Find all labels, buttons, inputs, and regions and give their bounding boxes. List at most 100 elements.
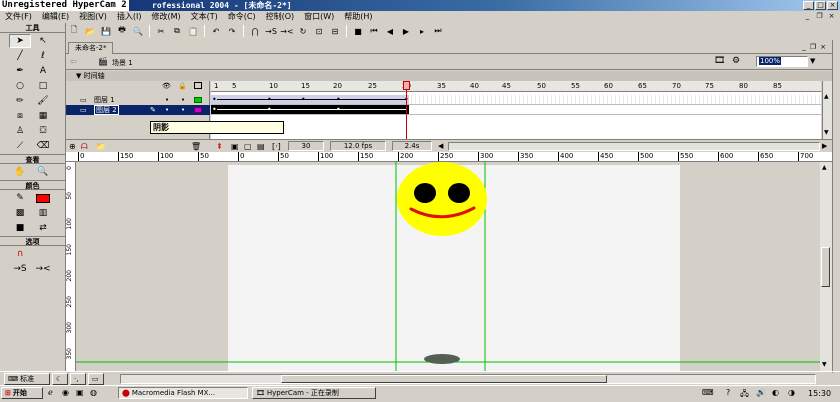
stage-area[interactable] [76,162,820,371]
visible-dot[interactable]: • [165,95,169,105]
pen-tool-icon[interactable]: ✒ [9,64,31,78]
smooth-option-icon[interactable]: →S [9,262,31,276]
eye-icon[interactable]: 👁 [162,82,171,90]
scale-icon[interactable]: ⊡ [311,24,327,38]
layer-row-selected[interactable]: ▭ 图层 2 ✎ • • [66,105,210,115]
snap-magnet-option-icon[interactable]: ∩ [9,247,31,261]
close-button[interactable]: × [827,1,838,10]
keyframe-dot[interactable]: • [336,105,341,114]
layer-color-swatch[interactable] [194,97,202,103]
explorer-icon[interactable]: ◍ [90,388,97,397]
stage-drawing[interactable] [76,162,820,371]
maximize-button[interactable]: □ [815,1,826,10]
onion-outline-icon[interactable]: ▢ [244,142,252,151]
add-folder-icon[interactable]: 📁 [96,142,106,151]
ink-bottle-tool-icon[interactable]: ♙ [9,124,31,138]
fill-color-icon[interactable] [32,191,54,205]
paste-icon[interactable]: 📋 [185,24,201,38]
scroll-right-icon[interactable]: ▶ [822,142,827,150]
lang-icon[interactable]: ⌨ [702,388,714,397]
smooth-icon[interactable]: →S [263,24,279,38]
open-folder-icon[interactable]: 📂 [82,24,98,38]
edit-scene-icon[interactable]: 🎞 [714,56,725,66]
menu-view[interactable]: 视图(V) [74,11,112,23]
tray-app-icon[interactable]: ◑ [788,388,795,397]
copy-icon[interactable]: ⧉ [169,24,185,38]
menu-control[interactable]: 控制(O) [261,11,300,23]
taskbar-item-flash[interactable]: ⬤ Macromedia Flash MX... [118,387,248,399]
eyedropper-tool-icon[interactable]: ⟋ [9,139,31,153]
brush-tool-icon[interactable]: 🖌 [32,94,54,108]
visible-dot[interactable]: • [165,105,169,115]
minimize-button[interactable]: _ [803,1,814,10]
step-forward-icon[interactable]: ▸ [414,24,430,38]
stage-v-scrollbar[interactable]: ▲ ▼ [820,162,832,371]
timeline-h-scrollbar[interactable] [448,142,820,151]
eraser-tool-icon[interactable]: ⌫ [32,139,54,153]
text-tool-icon[interactable]: A [32,64,54,78]
start-button[interactable]: ⊞ 开始 [1,387,43,399]
subselect-tool-icon[interactable]: ↖ [32,34,54,48]
desktop-icon[interactable]: ▣ [76,388,84,397]
scroll-left-icon[interactable]: ◀ [438,142,443,150]
lasso-tool-icon[interactable]: ℓ [32,49,54,63]
oval-tool-icon[interactable]: ○ [9,79,31,93]
frame-row-layer-2[interactable]: • • • [211,105,821,115]
volume-icon[interactable]: 🔊 [756,388,766,397]
end-icon[interactable]: ⏭ [430,24,446,38]
black-white-icon[interactable]: ■ [9,221,31,235]
center-frame-icon[interactable]: ⇞ [216,142,223,151]
zoom-tool-icon[interactable]: 🔍 [32,165,54,179]
free-transform-tool-icon[interactable]: ⧈ [9,109,31,123]
h-scroll-thumb[interactable] [281,375,607,383]
ie-icon[interactable]: ℯ [48,388,53,397]
rotate-icon[interactable]: ↻ [295,24,311,38]
menu-file[interactable]: 文件(F) [0,11,37,23]
menu-window[interactable]: 窗口(W) [299,11,339,23]
v-scroll-thumb[interactable] [821,247,830,287]
tab-minimize-icon[interactable]: _ [802,43,806,51]
stage-h-scrollbar[interactable] [120,374,816,384]
print-icon[interactable]: 🖶 [114,24,130,38]
punctuation-icon[interactable]: ·, [70,373,86,385]
add-layer-icon[interactable]: ⊕ [69,142,76,151]
paint-bucket-tool-icon[interactable]: ⛋ [32,124,54,138]
undo-icon[interactable]: ↶ [208,24,224,38]
media-icon[interactable]: ◉ [62,388,69,397]
menu-help[interactable]: 帮助(H) [339,11,377,23]
line-tool-icon[interactable]: ╱ [9,49,31,63]
menu-edit[interactable]: 编辑(E) [37,11,74,23]
align-icon[interactable]: ⊟ [327,24,343,38]
keyframe-dot[interactable]: • [267,105,272,114]
straighten-icon[interactable]: →< [279,24,295,38]
keyboard-icon[interactable]: ▭ [88,373,104,385]
menu-commands[interactable]: 命令(C) [223,11,261,23]
fill-transform-tool-icon[interactable]: ▦ [32,109,54,123]
pencil-tool-icon[interactable]: ✏ [9,94,31,108]
play-icon[interactable]: ▶ [398,24,414,38]
hand-tool-icon[interactable]: ✋ [9,165,31,179]
redo-icon[interactable]: ↷ [224,24,240,38]
moon-icon[interactable]: ☾ [52,373,68,385]
help-icon[interactable]: ? [726,388,730,397]
fill-swatch-icon[interactable]: ▥ [32,206,54,220]
timeline-header[interactable]: ▼ 时间轴 [66,71,832,81]
tab-close-icon[interactable]: × [820,43,826,51]
taskbar-item-hypercam[interactable]: 🎞 HyperCam - 正在录制 [252,387,376,399]
modify-markers-icon[interactable]: [·] [272,142,281,151]
step-back-icon[interactable]: ◀ [382,24,398,38]
zoom-dropdown-icon[interactable]: ▼ [810,57,815,65]
doc-close-icon[interactable]: × [827,12,836,21]
onion-skin-icon[interactable]: ▣ [231,142,239,151]
back-arrow-icon[interactable]: ⇦ [70,57,77,66]
rewind-icon[interactable]: ⏮ [366,24,382,38]
frame-grid[interactable]: 1 5 10 15 20 25 30 35 40 45 50 55 60 65 … [211,81,821,139]
edit-symbol-icon[interactable]: ⚙ [732,56,740,66]
snap-magnet-icon[interactable]: ⋂ [247,24,263,38]
layer-name-editing[interactable]: 图层 2 [94,105,119,115]
lock-dot[interactable]: • [181,95,185,105]
cut-icon[interactable]: ✂ [153,24,169,38]
timeline-scrollbar[interactable]: ▲ ▼ [822,81,832,139]
outline-icon[interactable] [194,82,202,89]
document-tab[interactable]: 未命名-2* [68,42,114,54]
